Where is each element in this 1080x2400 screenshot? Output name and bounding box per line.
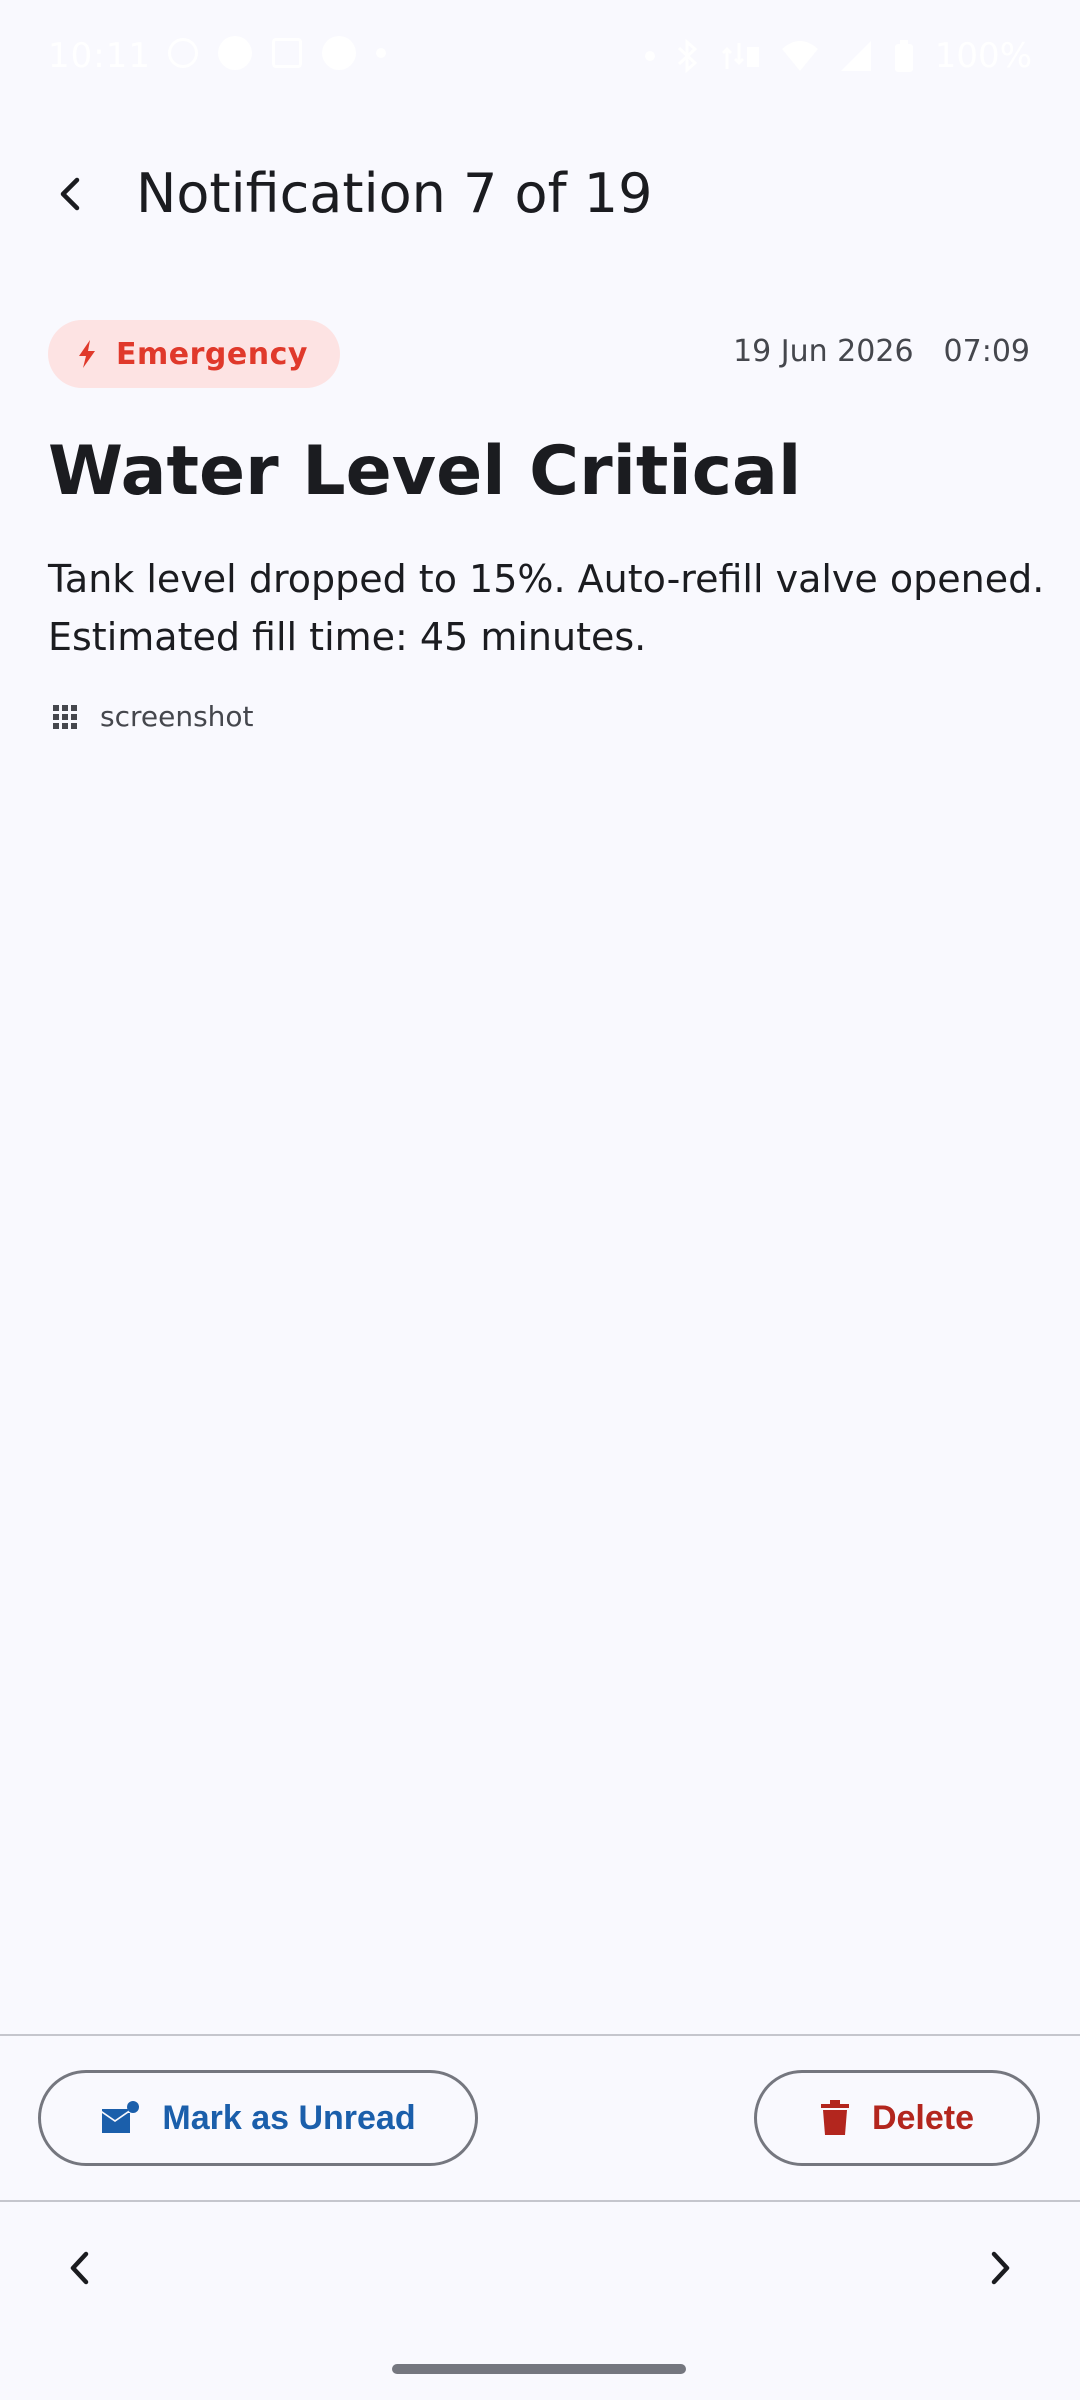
signal-icon [840,41,871,71]
bluetooth-icon [677,39,698,73]
delete-label: Delete [871,2098,975,2137]
battery-icon [894,40,913,72]
emergency-badge: Emergency [48,320,340,388]
status-time: 10:11 [48,36,151,76]
dot-icon [644,51,655,61]
trash-icon [820,2100,849,2135]
info-icon [218,36,252,70]
page-title: Notification 7 of 19 [136,162,653,225]
divider-bottom [0,2200,1080,2202]
notification-datetime: 19 Jun 2026 07:09 [733,334,1030,369]
wifi-icon [781,41,818,71]
mark-unread-button[interactable]: Mark as Unread [38,2070,478,2166]
notification-date: 19 Jun 2026 [733,334,914,369]
mark-email-unread-icon [102,2101,140,2133]
data-icon [721,43,759,69]
chevron-left-icon [70,2251,89,2285]
notification-title: Water Level Critical [48,432,802,511]
next-notification-button[interactable] [968,2236,1032,2300]
previous-notification-button[interactable] [48,2236,112,2300]
battery-percent: 100% [934,36,1032,76]
screen: 10:11 100% Notification 7 of 19 Emergenc… [0,0,1080,2400]
screenshot-icon [272,38,302,68]
mark-unread-label: Mark as Unread [162,2098,416,2137]
notification-time: 07:09 [943,334,1030,369]
notification-source: screenshot [52,700,254,733]
delete-button[interactable]: Delete [754,2070,1040,2166]
status-left-icons [168,36,386,70]
status-right-icons: 100% [644,36,1032,76]
dot-icon [376,48,386,58]
apps-grid-icon [53,704,77,729]
alert-icon [322,36,356,70]
bolt-icon [79,340,95,368]
top-app-bar: Notification 7 of 19 [0,120,1080,270]
chevron-right-icon [991,2251,1010,2285]
notification-body: Tank level dropped to 15%. Auto-refill v… [48,557,1045,659]
divider-top [0,2034,1080,2036]
settings-icon [168,38,198,68]
status-bar: 10:11 100% [0,0,1080,112]
home-gesture-handle[interactable] [392,2364,686,2374]
arrow-back-icon [60,177,80,211]
badge-label: Emergency [116,336,308,372]
back-button[interactable] [36,158,108,230]
source-label: screenshot [100,700,254,733]
